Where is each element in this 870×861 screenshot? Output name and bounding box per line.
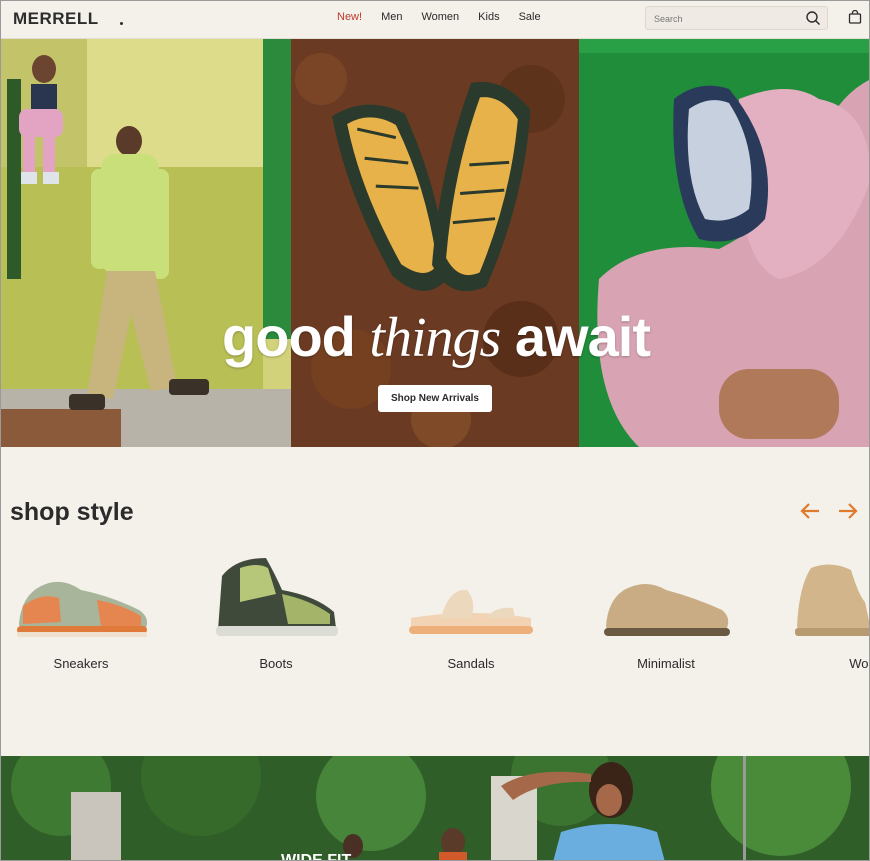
category-card-sandals[interactable]: Sandals [391,546,551,686]
category-card-sneakers[interactable]: Sneakers [1,546,161,686]
category-card-boots[interactable]: Boots [196,546,356,686]
section-title-shop-style: shop style [10,498,134,526]
shop-new-arrivals-button[interactable]: Shop New Arrivals [378,385,492,412]
category-label-minimalist: Minimalist [637,656,695,671]
nav-item-new[interactable]: New! [337,11,362,23]
promo-band: WIDE FIT [1,756,869,861]
shopping-bag-icon[interactable] [848,10,862,24]
category-label-boots: Boots [259,656,293,671]
logo-mark [120,22,123,25]
search-box [645,6,828,30]
category-card-work[interactable]: Wor [781,546,869,686]
nav-item-women[interactable]: Women [421,11,459,23]
main-nav: New! Men Women Kids Sale [337,11,560,23]
headline-word-2: things [369,307,501,369]
category-label-sneakers: Sneakers [53,656,109,671]
hero-headline: good things await [1,304,869,370]
page-frame: MERRELL New! Men Women Kids Sale Search … [0,0,870,861]
headline-word-3: await [514,305,651,368]
carousel-next-arrow-icon[interactable] [837,501,859,521]
category-label-sandals: Sandals [447,656,495,671]
nav-item-sale[interactable]: Sale [519,11,541,23]
hero-banner: good things await Shop New Arrivals [1,39,869,447]
hero-photo-left [1,39,291,447]
site-header: MERRELL New! Men Women Kids Sale [1,1,869,39]
carousel-prev-arrow-icon[interactable] [799,501,821,521]
nav-item-men[interactable]: Men [381,11,402,23]
search-icon[interactable] [805,10,821,26]
sneaker-image [17,581,147,637]
hero-photo-right [579,39,869,447]
category-label-work: Wor [849,656,869,671]
promo-band-caption: WIDE FIT [281,852,352,861]
sandal-image [409,589,533,634]
promo-band-photo [1,756,869,860]
nav-item-kids[interactable]: Kids [478,11,499,23]
boot-image [216,558,338,636]
minimalist-shoe-image [604,584,730,636]
hero-photo-right-art [579,39,869,447]
work-boot-image [795,564,869,636]
category-card-minimalist[interactable]: Minimalist [586,546,746,686]
brand-logo[interactable]: MERRELL [13,9,99,29]
hero-photo-left-art [1,39,291,447]
search-input[interactable] [654,11,804,26]
headline-word-1: good [222,305,356,368]
